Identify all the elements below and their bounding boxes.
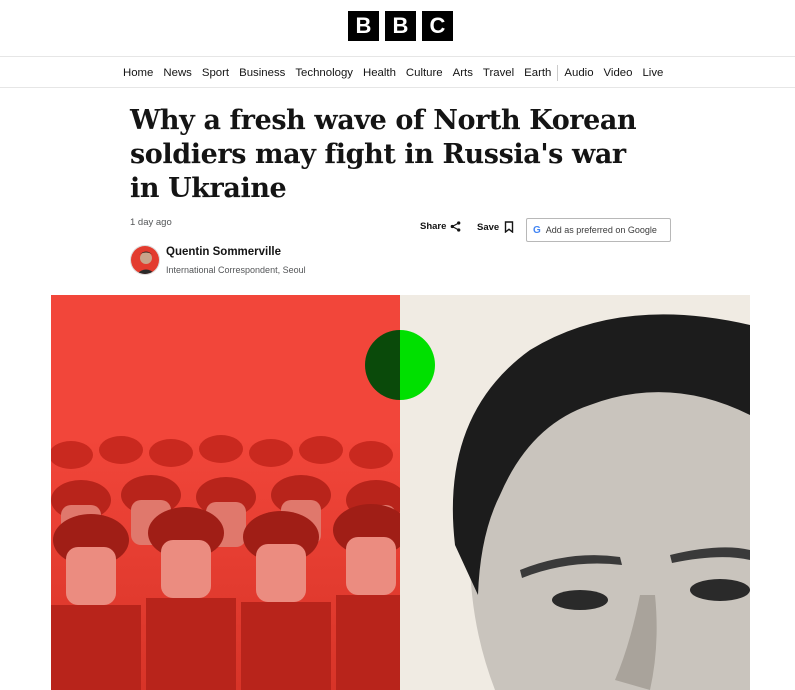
bookmark-icon [504, 221, 514, 233]
save-label: Save [477, 221, 500, 233]
nav-item-video[interactable]: Video [599, 67, 638, 79]
author-role: International Correspondent, Seoul [166, 265, 306, 275]
author-avatar [130, 245, 160, 275]
nav-separator [557, 64, 559, 81]
article-timestamp: 1 day ago [130, 217, 172, 228]
article-headline: Why a fresh wave of North Korean soldier… [130, 105, 637, 204]
share-button[interactable]: Share [420, 221, 461, 232]
hero-left-soldiers [51, 295, 409, 690]
add-preferred-google-button[interactable]: G Add as preferred on Google [526, 218, 671, 242]
split-circle-graphic [365, 330, 435, 400]
author-photo [131, 246, 159, 274]
nav-item-news[interactable]: News [158, 67, 196, 79]
google-button-label: Add as preferred on Google [545, 225, 657, 235]
nav-item-audio[interactable]: Audio [559, 67, 598, 79]
hero-right-portrait [400, 295, 750, 690]
share-label: Share [420, 221, 447, 232]
author-name[interactable]: Quentin Sommerville [166, 246, 281, 258]
bbc-logo-letter: B [385, 11, 416, 41]
nav-item-culture[interactable]: Culture [401, 67, 448, 79]
bbc-logo-letter: C [422, 11, 453, 41]
nav-item-home[interactable]: Home [118, 67, 158, 79]
nav-item-arts[interactable]: Arts [448, 67, 478, 79]
bbc-logo-letter: B [348, 11, 379, 41]
main-navigation: Home News Sport Business Technology Health Cul… [0, 57, 795, 88]
google-g-icon: G [533, 224, 541, 236]
masthead: B B C [0, 0, 795, 57]
nav-item-technology[interactable]: Technology [290, 67, 358, 79]
save-button[interactable]: Save [477, 221, 514, 233]
nav-item-health[interactable]: Health [358, 67, 401, 79]
nav-item-business[interactable]: Business [234, 67, 290, 79]
nav-item-travel[interactable]: Travel [478, 67, 519, 79]
nav-item-sport[interactable]: Sport [197, 67, 234, 79]
hero-image [51, 295, 750, 690]
nav-item-earth[interactable]: Earth [519, 67, 556, 79]
nav-list: Home News Sport Business Technology Health Cul… [118, 57, 668, 88]
share-icon [451, 221, 461, 232]
portrait-illustration [400, 295, 750, 690]
soldiers-illustration [51, 295, 409, 690]
bbc-logo[interactable]: B B C [348, 11, 453, 41]
nav-item-live[interactable]: Live [637, 67, 668, 79]
